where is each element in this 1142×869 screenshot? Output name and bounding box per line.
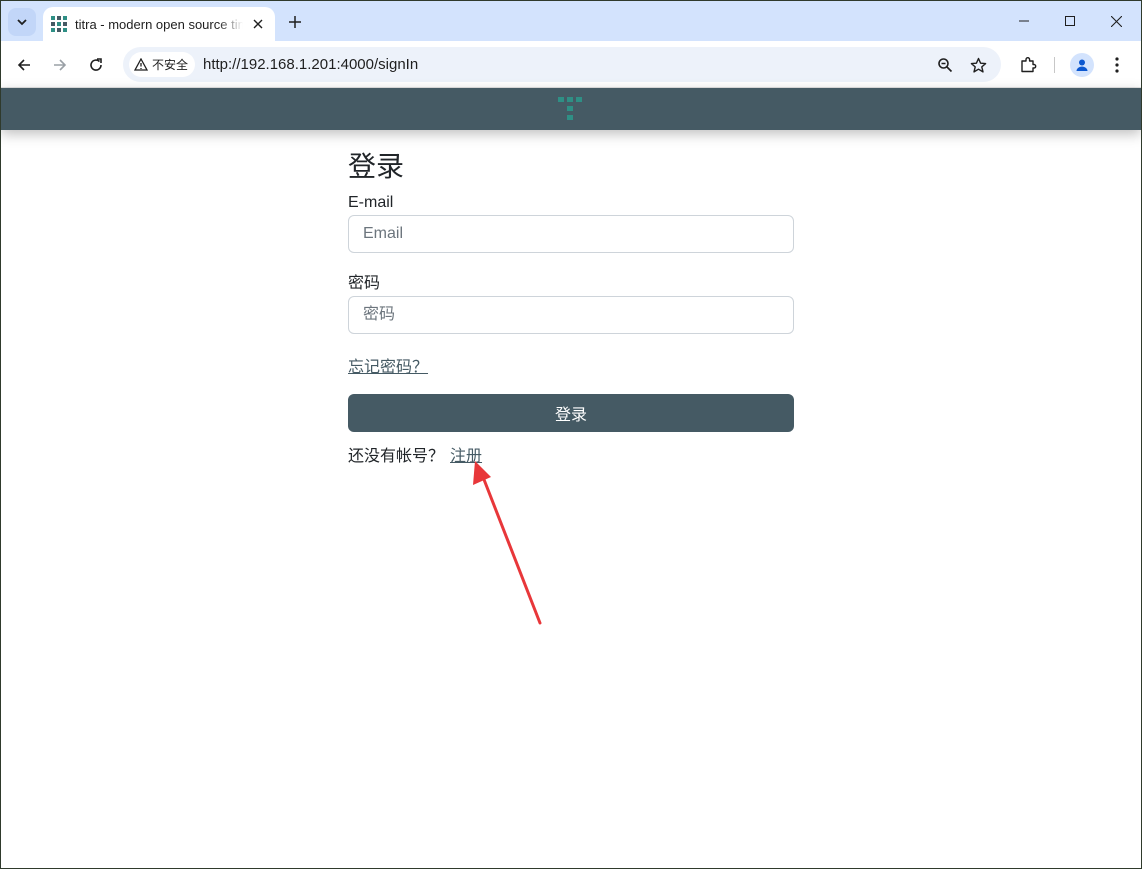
titra-logo-icon[interactable] xyxy=(558,97,582,121)
app-header xyxy=(1,88,1141,130)
titra-favicon-icon xyxy=(51,16,67,32)
page-title: 登录 xyxy=(348,151,405,182)
browser-window: titra - modern open source time tracking xyxy=(1,1,1141,868)
tab-search-button[interactable] xyxy=(8,8,36,36)
tab-title: titra - modern open source time tracking xyxy=(75,16,243,32)
email-field[interactable] xyxy=(348,215,794,253)
plus-icon xyxy=(289,16,301,28)
email-label: E-mail xyxy=(348,194,394,211)
extensions-puzzle-icon[interactable] xyxy=(1016,53,1040,77)
browser-tab[interactable]: titra - modern open source time tracking xyxy=(43,7,275,41)
minimize-button[interactable] xyxy=(1001,1,1047,41)
security-label: 不安全 xyxy=(152,58,189,72)
arrow-right-icon xyxy=(54,59,67,71)
bookmark-star-icon[interactable] xyxy=(967,54,989,76)
tab-strip: titra - modern open source time tracking xyxy=(1,1,1141,41)
url-text[interactable]: http://192.168.1.201:4000/signIn xyxy=(203,56,418,73)
maximize-icon xyxy=(1065,16,1075,26)
forgot-password-link[interactable]: 忘记密码？ xyxy=(348,353,428,377)
address-bar[interactable]: 不安全 http://192.168.1.201:4000/signIn xyxy=(123,47,1001,82)
zoom-icon[interactable] xyxy=(934,54,956,76)
close-tab-icon[interactable] xyxy=(249,15,267,33)
forward-button[interactable] xyxy=(46,51,74,79)
toolbar-divider xyxy=(1054,57,1055,73)
close-icon xyxy=(1110,15,1122,27)
reload-button[interactable] xyxy=(82,51,110,79)
signin-form: 登录 E-mail 密码 忘记密码？ 登录 还没有帐号？ 注册 xyxy=(348,149,794,466)
reload-icon xyxy=(90,58,102,71)
signin-button[interactable]: 登录 xyxy=(348,394,794,432)
maximize-button[interactable] xyxy=(1047,1,1093,41)
back-button[interactable] xyxy=(10,51,38,79)
warning-icon xyxy=(134,58,148,71)
chevron-down-icon xyxy=(17,19,27,26)
password-label: 密码 xyxy=(348,275,381,292)
arrow-left-icon xyxy=(17,59,30,71)
register-link[interactable]: 注册 xyxy=(450,448,482,465)
new-tab-button[interactable] xyxy=(283,10,307,34)
signup-row: 还没有帐号？ 注册 xyxy=(348,442,794,466)
security-chip[interactable]: 不安全 xyxy=(129,52,196,77)
menu-kebab-icon[interactable] xyxy=(1105,53,1129,77)
no-account-text: 还没有帐号？ xyxy=(348,448,445,465)
password-field[interactable] xyxy=(348,296,794,334)
browser-toolbar: 不安全 http://192.168.1.201:4000/signIn xyxy=(1,41,1141,88)
close-window-button[interactable] xyxy=(1093,1,1139,41)
profile-avatar-icon[interactable] xyxy=(1070,53,1094,77)
minimize-icon xyxy=(1019,20,1029,22)
